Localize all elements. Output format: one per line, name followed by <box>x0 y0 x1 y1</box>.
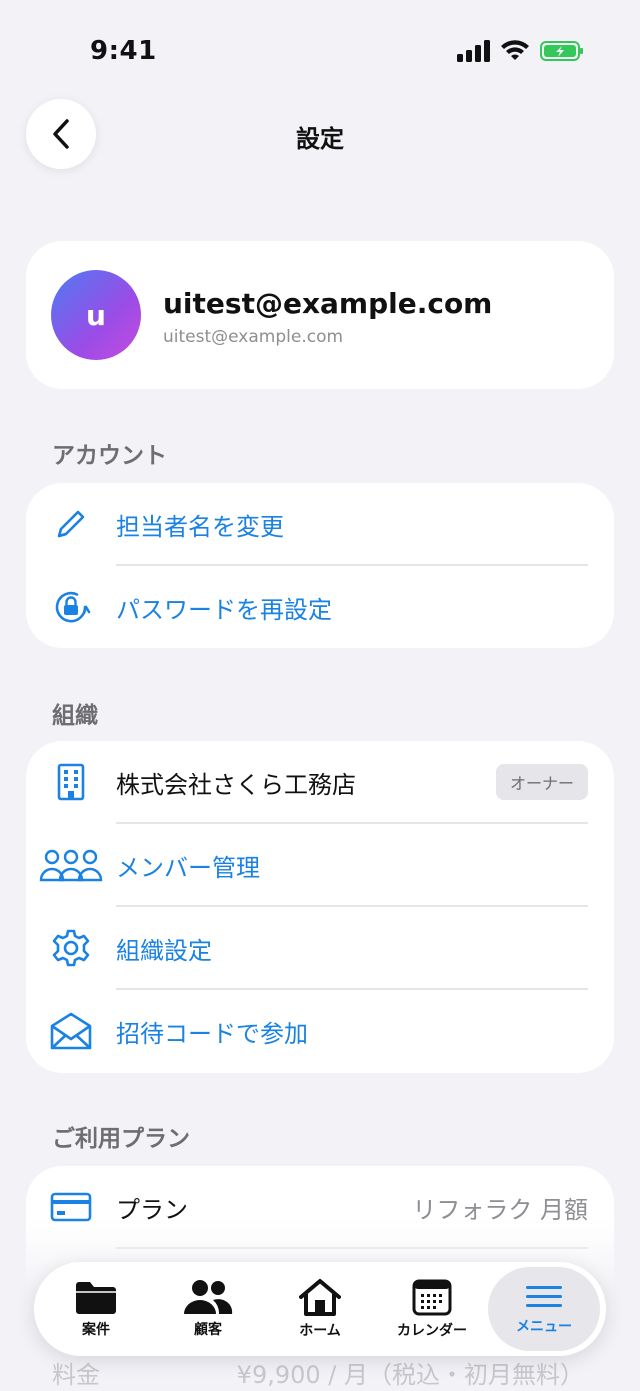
home-icon <box>299 1279 341 1316</box>
role-badge: オーナー <box>495 764 588 800</box>
status-time: 9:41 <box>90 36 157 66</box>
menu-icon <box>526 1286 562 1307</box>
organization-name-row[interactable]: 株式会社さくら工務店 オーナー <box>26 741 614 823</box>
tab-customers[interactable]: 顧客 <box>152 1267 264 1351</box>
fee-row: 料金 ¥9,900 / 月（税込・初月無料） <box>52 1355 584 1390</box>
organization-card: 株式会社さくら工務店 オーナー メンバー管理 組織設定 招待コードで参加 <box>26 741 614 1073</box>
battery-icon <box>540 41 583 61</box>
calendar-icon <box>412 1279 452 1316</box>
join-by-code-label: 招待コードで参加 <box>116 1019 308 1048</box>
tab-label: 案件 <box>82 1322 110 1338</box>
change-name-row[interactable]: 担当者名を変更 <box>26 483 614 565</box>
envelope-icon <box>48 1008 94 1054</box>
change-name-label: 担当者名を変更 <box>116 512 284 541</box>
tab-label: カレンダー <box>397 1323 467 1339</box>
avatar: u <box>51 270 141 360</box>
account-card: 担当者名を変更 パスワードを再設定 <box>26 483 614 648</box>
tab-label: 顧客 <box>194 1322 222 1338</box>
wifi-icon <box>501 40 529 60</box>
page-title: 設定 <box>296 125 344 153</box>
section-header-plan: ご利用プラン <box>52 1126 190 1152</box>
organization-name-label: 株式会社さくら工務店 <box>116 770 356 799</box>
member-management-row[interactable]: メンバー管理 <box>26 824 614 906</box>
tab-menu[interactable]: メニュー <box>488 1267 600 1351</box>
profile-email: uitest@example.com <box>163 327 344 347</box>
reset-password-row[interactable]: パスワードを再設定 <box>26 566 614 648</box>
join-by-code-row[interactable]: 招待コードで参加 <box>26 990 614 1072</box>
tab-bar: 案件 顧客 ホーム カレンダー メニュー <box>34 1262 606 1356</box>
profile-name: uitest@example.com <box>163 287 493 320</box>
tab-projects[interactable]: 案件 <box>40 1267 152 1351</box>
status-bar: 9:41 <box>0 0 640 100</box>
section-header-account: アカウント <box>52 443 167 469</box>
organization-settings-row[interactable]: 組織設定 <box>26 907 614 989</box>
building-icon <box>48 759 94 805</box>
members-icon <box>36 842 106 888</box>
folder-icon <box>76 1282 116 1314</box>
profile-card[interactable]: u uitest@example.com uitest@example.com <box>26 241 614 389</box>
organization-settings-label: 組織設定 <box>116 936 212 965</box>
tab-label: メニュー <box>516 1319 572 1335</box>
tab-calendar[interactable]: カレンダー <box>376 1267 488 1351</box>
lock-reset-icon <box>48 584 94 630</box>
tab-home[interactable]: ホーム <box>264 1267 376 1351</box>
fee-label: 料金 <box>52 1361 100 1389</box>
tab-label: ホーム <box>299 1323 341 1339</box>
member-management-label: メンバー管理 <box>116 853 260 882</box>
reset-password-label: パスワードを再設定 <box>116 595 332 624</box>
status-icons <box>456 40 584 62</box>
fee-value: ¥9,900 / 月（税込・初月無料） <box>236 1361 584 1389</box>
people-icon <box>184 1280 233 1314</box>
signal-icon <box>457 40 490 62</box>
section-header-organization: 組織 <box>52 703 98 729</box>
pencil-icon <box>48 501 94 547</box>
gear-icon <box>48 925 94 971</box>
